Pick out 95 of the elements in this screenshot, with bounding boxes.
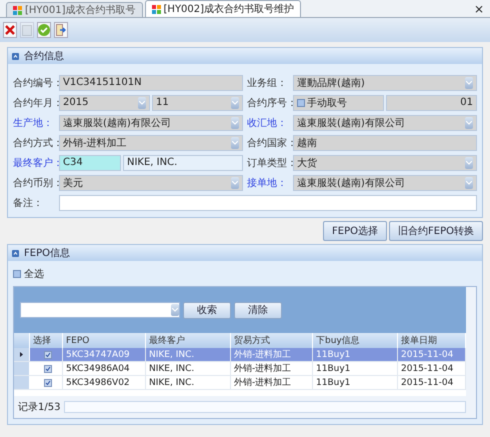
exit-button[interactable] xyxy=(54,22,68,38)
field-label: 合约序号： xyxy=(247,96,291,110)
note-field[interactable] xyxy=(59,194,477,210)
caret-icon xyxy=(232,180,238,184)
select-field[interactable]: 運動品牌(越南) xyxy=(293,74,477,90)
vertical-scrollbar[interactable] xyxy=(466,287,476,418)
field-label: 备注： xyxy=(13,196,44,210)
collapse-icon[interactable] xyxy=(12,52,19,60)
name-field: NIKE, INC. xyxy=(123,154,243,170)
caret-icon xyxy=(466,80,472,84)
collapse-icon[interactable] xyxy=(12,250,19,256)
select-field[interactable]: 美元 xyxy=(59,174,243,190)
select-field[interactable]: 外销-进料加工 xyxy=(59,134,243,150)
document-tab[interactable]: [HY001]成衣合约书取号 xyxy=(6,2,143,17)
horizontal-scrollbar[interactable] xyxy=(64,401,466,413)
record-counter: 记录1/53 xyxy=(18,401,60,414)
select-all-checkbox[interactable]: 全选 xyxy=(13,267,477,281)
table-cell: 11Buy1 xyxy=(313,362,398,375)
field-label: 合约编号： xyxy=(13,76,57,90)
table-cell: 5KC34747A09 xyxy=(63,348,146,361)
dropdown-button[interactable] xyxy=(171,304,179,316)
table-cell: 5KC34986V02 xyxy=(63,376,146,389)
checkmark-icon xyxy=(44,352,50,358)
field-label: 生产地： xyxy=(13,116,54,130)
confirm-button[interactable] xyxy=(37,22,51,38)
table-cell: 11Buy1 xyxy=(313,348,398,361)
document-icon xyxy=(152,4,161,14)
field-label: 合约年月： xyxy=(13,96,57,110)
dropdown-button[interactable] xyxy=(465,116,473,128)
caret-icon xyxy=(139,100,145,104)
panel-title: FEPO信息 xyxy=(24,246,70,260)
table-cell: 11Buy1 xyxy=(313,376,398,389)
table-row[interactable]: 5KC34986A04 NIKE, INC. 外销-进料加工 11Buy1 2015-11-04 xyxy=(14,362,466,376)
field-label: 订单类型： xyxy=(247,156,291,170)
search-button[interactable]: 收索 xyxy=(183,302,231,318)
caret-icon xyxy=(466,120,472,124)
caret-icon xyxy=(466,160,472,164)
dropdown-button[interactable] xyxy=(231,136,239,148)
document-icon xyxy=(13,6,22,14)
field-label: 收汇地： xyxy=(247,116,288,130)
select-field[interactable]: 遠東服裝(越南)有限公司 xyxy=(293,114,477,130)
delete-button[interactable] xyxy=(3,22,17,38)
row-checkbox[interactable] xyxy=(44,364,52,372)
table-row[interactable]: 5KC34986V02 NIKE, INC. 外销-进料加工 11Buy1 2015-11-04 xyxy=(14,376,466,390)
current-row-icon xyxy=(20,352,23,357)
field-label: 业务组： xyxy=(247,76,288,90)
close-button[interactable]: × xyxy=(474,2,490,16)
row-checkbox[interactable] xyxy=(44,350,52,358)
document-tab[interactable]: [HY002]成衣合约书取号维护 xyxy=(144,0,302,17)
caret-icon xyxy=(466,180,472,184)
text-field[interactable]: V1C34151101N xyxy=(59,74,243,90)
checkmark-icon xyxy=(44,366,50,372)
select-field[interactable]: 11 xyxy=(152,94,243,110)
caret-icon xyxy=(232,120,238,124)
number-field[interactable]: 01 xyxy=(386,94,477,110)
action-button[interactable]: 旧合约FEPO转换 xyxy=(389,221,483,241)
field-label: 接单地： xyxy=(247,176,288,190)
table-cell: 外销-进料加工 xyxy=(231,348,313,361)
table-cell: NIKE, INC. xyxy=(146,376,231,389)
search-field[interactable] xyxy=(20,302,180,318)
field-label: 合约方式： xyxy=(13,136,57,150)
save-icon xyxy=(22,24,32,36)
check-icon xyxy=(38,24,50,36)
row-checkbox[interactable] xyxy=(44,378,52,386)
text-field[interactable]: 越南 xyxy=(293,134,477,150)
caret-icon xyxy=(172,308,178,312)
delete-icon xyxy=(5,25,15,35)
select-field[interactable]: 遠東服裝(越南)有限公司 xyxy=(59,114,243,130)
table-cell: NIKE, INC. xyxy=(146,348,231,361)
dropdown-button[interactable] xyxy=(138,96,146,108)
select-field[interactable]: 大货 xyxy=(293,154,477,170)
manual-number-checkbox[interactable]: 手动取号 xyxy=(293,94,384,110)
table-cell: 5KC34986A04 xyxy=(63,362,146,375)
action-button[interactable]: FEPO选择 xyxy=(323,221,388,241)
table-cell: 外销-进料加工 xyxy=(231,376,313,389)
caret-icon xyxy=(232,100,238,104)
search-button[interactable]: 清除 xyxy=(234,302,282,318)
dropdown-button[interactable] xyxy=(465,76,473,88)
dropdown-button[interactable] xyxy=(231,96,239,108)
table-cell: NIKE, INC. xyxy=(146,362,231,375)
field-label: 合约币别： xyxy=(13,176,57,190)
field-label: 合约国家： xyxy=(247,136,291,150)
dropdown-button[interactable] xyxy=(465,156,473,168)
dropdown-button[interactable] xyxy=(231,176,239,188)
dropdown-button[interactable] xyxy=(231,116,239,128)
select-field[interactable]: 遠東服裝(越南)有限公司 xyxy=(293,174,477,190)
table-cell: 外销-进料加工 xyxy=(231,362,313,375)
exit-icon xyxy=(56,24,66,36)
dropdown-button[interactable] xyxy=(465,176,473,188)
panel-title: 合约信息 xyxy=(24,50,64,63)
caret-icon xyxy=(232,140,238,144)
code-field[interactable]: C34 xyxy=(59,154,121,170)
select-field[interactable]: 2015 xyxy=(59,94,150,110)
field-label: 最终客户： xyxy=(13,156,57,170)
checkmark-icon xyxy=(44,380,50,386)
